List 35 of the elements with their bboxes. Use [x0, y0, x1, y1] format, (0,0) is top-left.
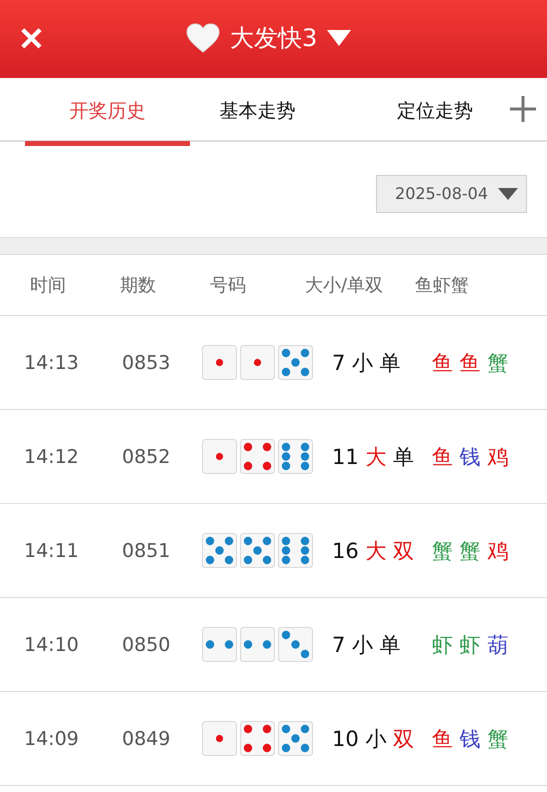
tab[interactable]: 定位走势 — [370, 78, 500, 140]
column-header: 号码 — [210, 274, 247, 297]
issue-cell-text: 0853 — [122, 352, 172, 374]
caret-icon — [498, 188, 518, 200]
issue-cell-text: 0851 — [122, 540, 172, 562]
time-cell-text: 14:11 — [23, 540, 80, 562]
animal-cell-text: 鱼 钱 蟹 — [432, 726, 508, 752]
close-button[interactable]: ✕ — [0, 20, 60, 58]
column-header: 期数 — [120, 274, 157, 297]
animal-cell-text: 蟹 蟹 鸡 — [432, 538, 508, 564]
animal-cell-text: 鱼 鱼 蟹 — [432, 350, 508, 376]
result-cell-text: 16 大 双 — [332, 538, 416, 564]
time-cell-text: 14:09 — [23, 728, 80, 750]
date-picker[interactable]: 2025-08-04 — [376, 174, 527, 212]
tab[interactable]: 基本走势 — [190, 78, 325, 140]
caret-icon[interactable] — [327, 30, 352, 46]
animal-cell-text: 鱼 钱 鸡 — [432, 444, 508, 470]
issue-cell-text: 0852 — [122, 446, 172, 468]
result-cell-text: 7 小 单 — [332, 632, 402, 658]
issue-cell-text: 0849 — [122, 728, 172, 750]
issue-cell-text: 0850 — [122, 634, 172, 656]
add-icon[interactable] — [510, 96, 536, 122]
time-cell-text: 14:12 — [23, 446, 80, 468]
column-header: 鱼虾蟹 — [415, 274, 469, 297]
result-cell-text: 11 大 单 — [332, 444, 416, 470]
column-header: 大小/单双 — [305, 274, 384, 297]
time-cell-text: 14:10 — [23, 634, 80, 656]
column-header: 时间 — [29, 274, 67, 297]
tab[interactable]: 开奖历史 — [25, 78, 190, 146]
result-cell-text: 7 小 单 — [332, 350, 402, 376]
animal-cell-text: 虾 虾 葫 — [432, 632, 508, 658]
time-cell-text: 14:13 — [23, 352, 80, 374]
result-cell-text: 10 小 双 — [332, 726, 416, 752]
heart-icon — [186, 23, 220, 53]
game-title[interactable]: 大发快3 — [230, 22, 318, 54]
